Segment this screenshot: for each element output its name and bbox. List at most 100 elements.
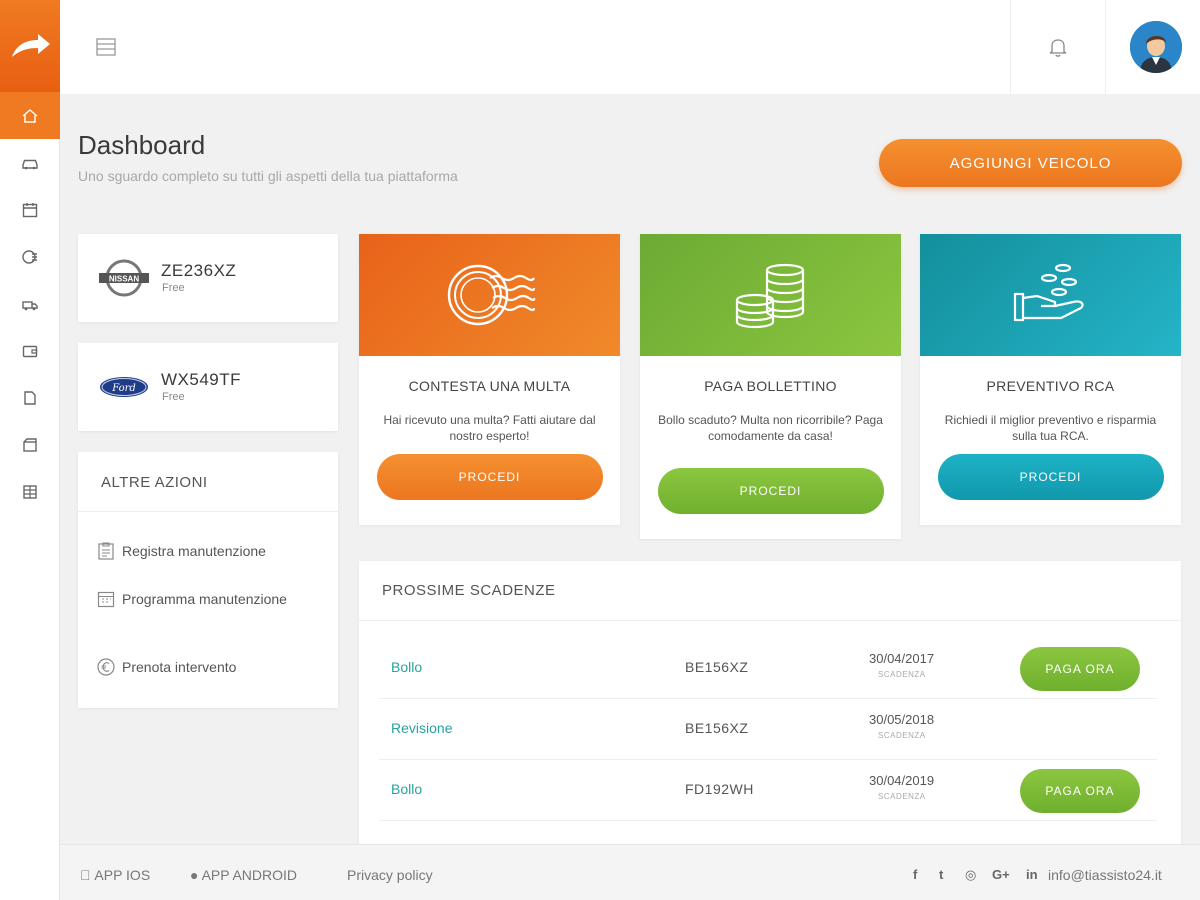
service-title: PREVENTIVO RCA xyxy=(986,378,1115,394)
sidebar-item-documents[interactable] xyxy=(0,374,60,421)
deadline-date: 30/04/2019 xyxy=(869,773,935,788)
sidebar-item-transport[interactable] xyxy=(0,280,60,327)
ford-logo-icon: Ford xyxy=(96,367,152,407)
service-title: CONTESTA UNA MULTA xyxy=(408,378,571,394)
service-card-rca: PREVENTIVO RCA Richiedi il miglior preve… xyxy=(920,234,1181,525)
add-vehicle-button[interactable]: AGGIUNGI VEICOLO xyxy=(879,139,1182,187)
action-schedule-maintenance[interactable]: Programma manutenzione xyxy=(96,588,296,610)
pay-now-button[interactable]: PAGA ORA xyxy=(1020,769,1140,813)
home-icon xyxy=(22,108,38,123)
action-label: Registra manutenzione xyxy=(122,543,266,559)
bell-icon xyxy=(1049,39,1067,57)
hamburger-icon xyxy=(96,38,116,56)
nissan-logo-icon: NISSAN xyxy=(96,258,152,298)
table-row: Revisione BE156XZ 30/05/2018 SCADENZA xyxy=(379,700,1157,760)
service-description: Richiedi il miglior preventivo e risparm… xyxy=(944,413,1157,443)
logo[interactable] xyxy=(0,0,60,92)
deadline-type[interactable]: Bollo xyxy=(391,659,422,675)
sidebar-item-fines[interactable] xyxy=(0,233,60,280)
clipboard-icon xyxy=(96,541,116,561)
other-actions-title: ALTRE AZIONI xyxy=(78,452,338,512)
deadline-plate: FD192WH xyxy=(685,781,754,797)
app-ios-label: APP IOS xyxy=(80,867,150,883)
payment-procedi-button[interactable]: PROCEDI xyxy=(657,468,884,514)
apple-icon:  xyxy=(80,867,91,883)
sidebar xyxy=(0,0,60,900)
wallet-icon xyxy=(22,345,38,357)
deadline-plate: BE156XZ xyxy=(685,659,749,675)
truck-icon xyxy=(22,300,38,310)
deadlines-title: PROSSIME SCADENZE xyxy=(359,561,1181,621)
box-icon xyxy=(23,437,37,452)
app-android-label: APP ANDROID xyxy=(201,867,298,883)
deadline-date-label: SCADENZA xyxy=(878,731,926,740)
vehicle-plan: Free xyxy=(162,282,185,294)
app-ios-link[interactable]:  APP IOS xyxy=(80,867,150,883)
app-android-link[interactable]: ● APP ANDROID xyxy=(190,867,297,883)
sidebar-item-vehicles[interactable] xyxy=(0,139,60,186)
service-card-payment: PAGA BOLLETTINO Bollo scaduto? Multa non… xyxy=(640,234,901,539)
service-title: PAGA BOLLETTINO xyxy=(704,378,837,394)
page-subtitle: Uno sguardo completo su tutti gli aspett… xyxy=(78,168,458,184)
vehicle-card[interactable]: NISSAN ZE236XZ Free xyxy=(78,234,338,322)
service-card-fine: CONTESTA UNA MULTA Hai ricevuto una mult… xyxy=(359,234,620,525)
svg-text:Ford: Ford xyxy=(111,383,136,394)
deadline-plate: BE156XZ xyxy=(685,720,749,736)
avatar[interactable] xyxy=(1130,21,1182,73)
stamp-icon xyxy=(22,249,37,264)
service-banner xyxy=(359,234,620,356)
deadline-date: 30/04/2017 xyxy=(869,651,935,666)
sidebar-item-reports[interactable] xyxy=(0,468,60,515)
rca-procedi-button[interactable]: PROCEDI xyxy=(937,454,1164,500)
other-actions-panel: ALTRE AZIONI Registra manutenzione Progr… xyxy=(78,452,338,708)
google-plus-icon[interactable]: G+ xyxy=(992,867,1010,882)
facebook-icon[interactable]: f xyxy=(913,867,917,882)
table-row: Bollo BE156XZ 30/04/2017 SCADENZA PAGA O… xyxy=(379,639,1157,699)
deadline-date: 30/05/2018 xyxy=(869,712,935,727)
menu-button[interactable] xyxy=(96,38,116,56)
hand-coins-icon xyxy=(1013,263,1084,322)
deadline-date-label: SCADENZA xyxy=(878,792,926,801)
service-description: Bollo scaduto? Multa non ricorribile? Pa… xyxy=(658,413,883,443)
twitter-icon[interactable]: t xyxy=(939,867,943,882)
pay-now-button[interactable]: PAGA ORA xyxy=(1020,647,1140,691)
fine-procedi-button[interactable]: PROCEDI xyxy=(376,454,603,500)
deadline-type[interactable]: Bollo xyxy=(391,781,422,797)
page-title: Dashboard xyxy=(78,130,206,160)
sidebar-item-home[interactable] xyxy=(0,92,60,139)
user-avatar-icon xyxy=(1130,21,1182,73)
vehicle-plate: ZE236XZ xyxy=(161,261,237,280)
deadlines-panel: PROSSIME SCADENZE Bollo BE156XZ 30/04/20… xyxy=(359,561,1181,851)
notifications-button[interactable] xyxy=(1010,0,1106,94)
svg-text:NISSAN: NISSAN xyxy=(109,275,139,284)
calendar-icon xyxy=(22,202,38,217)
android-icon: ● xyxy=(190,867,199,883)
action-label: Prenota intervento xyxy=(122,659,237,675)
action-register-maintenance[interactable]: Registra manutenzione xyxy=(96,540,266,562)
linkedin-icon[interactable]: in xyxy=(1026,867,1038,882)
calendar-icon xyxy=(96,589,116,609)
contact-email[interactable]: info@tiassisto24.it xyxy=(1048,867,1162,883)
vehicle-plate: WX549TF xyxy=(161,370,242,389)
table-icon xyxy=(23,484,37,499)
action-label: Programma manutenzione xyxy=(122,591,287,607)
table-row: Bollo FD192WH 30/04/2019 SCADENZA PAGA O… xyxy=(379,761,1157,821)
vehicle-card[interactable]: Ford WX549TF Free xyxy=(78,343,338,431)
euro-icon xyxy=(96,657,116,677)
vehicle-plan: Free xyxy=(162,391,185,403)
sidebar-item-calendar[interactable] xyxy=(0,186,60,233)
deadline-type[interactable]: Revisione xyxy=(391,720,452,736)
service-banner xyxy=(920,234,1181,356)
sidebar-item-wallet[interactable] xyxy=(0,327,60,374)
service-description: Hai ricevuto una multa? Fatti aiutare da… xyxy=(383,413,596,443)
deadline-date-label: SCADENZA xyxy=(878,670,926,679)
sidebar-item-box[interactable] xyxy=(0,421,60,468)
action-book-service[interactable]: Prenota intervento xyxy=(96,656,236,678)
privacy-policy-link[interactable]: Privacy policy xyxy=(347,867,433,883)
stamp-icon xyxy=(447,264,535,326)
service-banner xyxy=(640,234,901,356)
footer:  APP IOS ● APP ANDROID Privacy policy f… xyxy=(60,844,1200,900)
coins-icon xyxy=(735,263,804,329)
arrow-logo-icon xyxy=(12,34,50,57)
instagram-icon[interactable]: ◎ xyxy=(965,867,976,883)
